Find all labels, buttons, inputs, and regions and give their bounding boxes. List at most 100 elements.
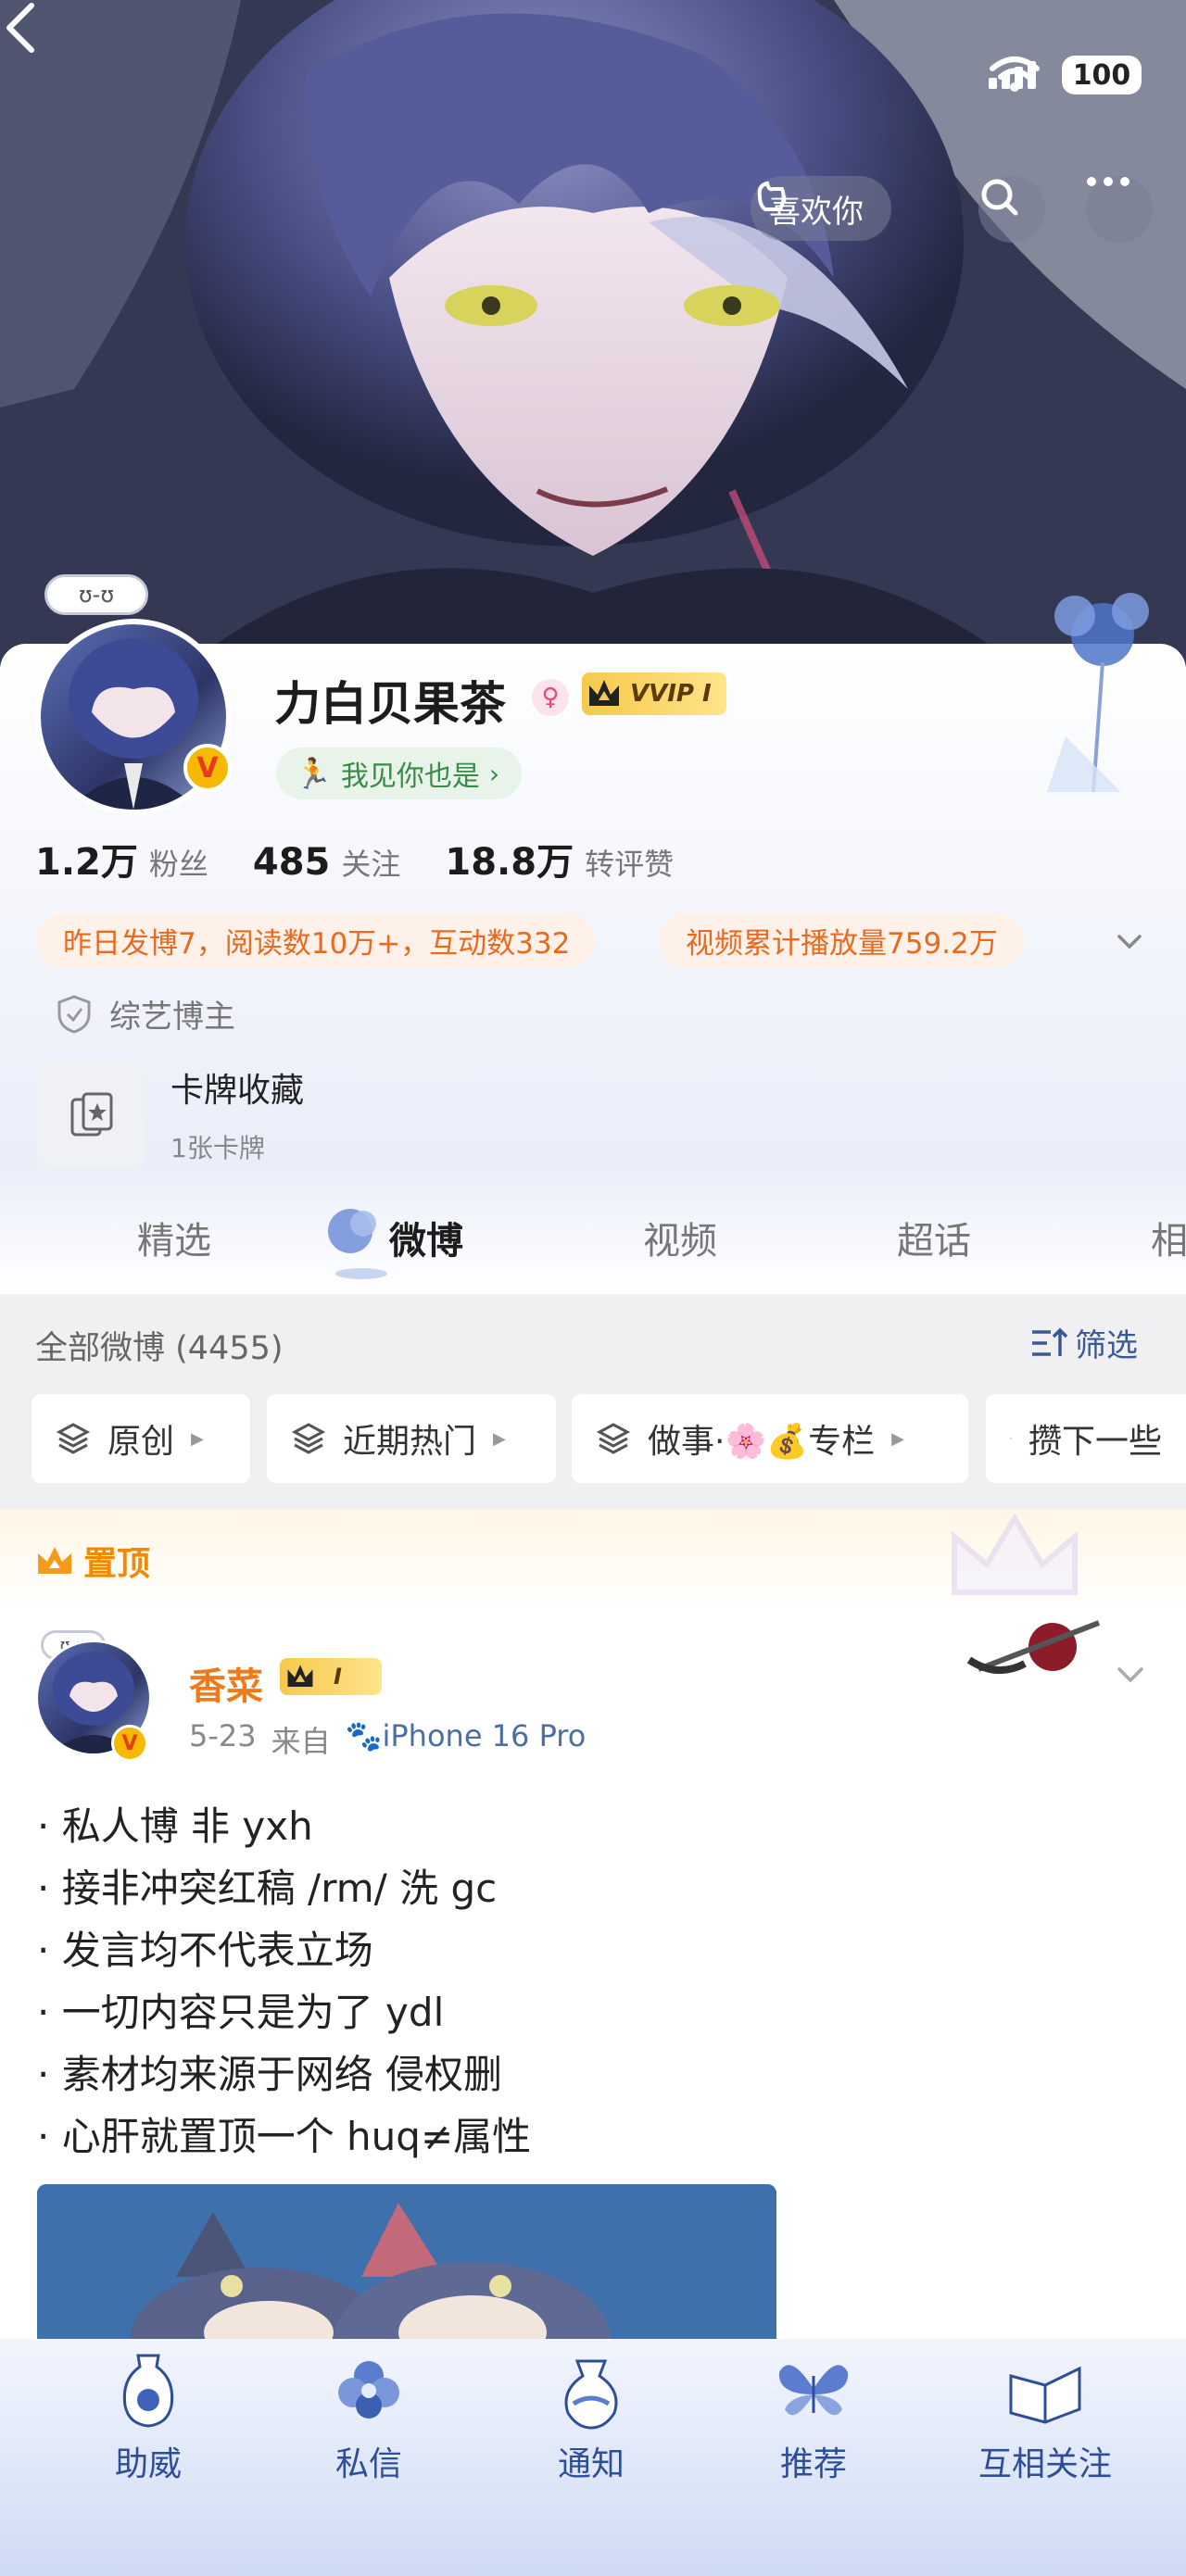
post-menu-chevron-icon[interactable] [1114, 1658, 1147, 1691]
tab-supertopic[interactable]: 超话 [897, 1211, 971, 1264]
filter-icon [1032, 1327, 1067, 1356]
tab-album[interactable]: 相 [1151, 1211, 1186, 1264]
status-bar: 100 [989, 56, 1142, 94]
vvip-label: VVIP I [630, 680, 712, 708]
followers-label[interactable]: 粉丝 [149, 841, 208, 884]
post-verified-badge: V [111, 1725, 148, 1762]
followers-count[interactable]: 1.2万 [35, 832, 138, 886]
layers-icon [1010, 1438, 1012, 1439]
post-line: · 私人博 非 yxh [37, 1803, 313, 1849]
search-button[interactable] [978, 176, 1045, 243]
tab-featured[interactable]: 精选 [137, 1211, 211, 1264]
crown-watermark-icon [952, 1513, 1078, 1595]
profile-username: 力白贝果茶 [274, 677, 506, 731]
card-collection-entry[interactable]: 卡牌收藏 1张卡牌 [37, 1061, 304, 1168]
flower-icon [338, 2361, 399, 2419]
following-label[interactable]: 关注 [341, 841, 400, 884]
chip-original-label: 原创 [107, 1423, 175, 1461]
layers-icon [596, 1423, 631, 1454]
profile-tag-label: 我见你也是 [340, 760, 480, 793]
post-from: 来自 [271, 1724, 331, 1759]
crown-icon [589, 680, 619, 706]
chip-arrow-icon: ▶ [493, 1428, 506, 1449]
post-line: · 一切内容只是为了 ydl [37, 1990, 445, 2035]
post-image-cats [37, 2184, 776, 2342]
butterfly-icon [778, 2365, 849, 2416]
chip-recent-hot-label: 近期热门 [343, 1423, 477, 1461]
back-arrow-icon[interactable] [0, 0, 41, 56]
tab-weibo[interactable]: 微博 [389, 1211, 463, 1264]
all-weibo-count: 全部微博 (4455) [35, 1330, 284, 1367]
search-icon [981, 179, 1018, 216]
card-star-icon [70, 1092, 113, 1137]
more-button[interactable] [1086, 176, 1153, 243]
gender-female-icon: ♀ [532, 679, 569, 716]
flower-ornament-icon [1047, 593, 1149, 793]
card-collection-title: 卡牌收藏 [170, 1072, 305, 1110]
pinned-bar: 置顶 [0, 1509, 1186, 1609]
chevron-right-icon: › [488, 758, 500, 789]
post-body[interactable]: · 私人博 非 yxh · 接非冲突红稿 /rm/ 洗 gc · 发言均不代表立… [37, 1795, 531, 2168]
chevron-down-icon[interactable] [1114, 926, 1145, 958]
bottom-notify-label: 通知 [557, 2445, 625, 2483]
chip-column-label: 做事·🌸💰专栏 [648, 1423, 876, 1461]
bottom-action-bar: 助威 私信 通知 推荐 互相关注 [0, 2339, 1186, 2576]
post-meta: 5-23 来自 🐾iPhone 16 Pro [189, 1718, 586, 1761]
post-line: · 心肝就置顶一个 huq≠属性 [37, 2114, 532, 2159]
filter-label: 筛选 [1075, 1327, 1138, 1364]
profile-tag-pill[interactable]: 🏃 我见你也是 › [276, 748, 523, 799]
bottom-message-button[interactable]: 私信 [276, 2348, 461, 2485]
chip-column[interactable]: 做事·🌸💰专栏 ▶ [572, 1394, 968, 1483]
chip-arrow-icon: ▶ [191, 1428, 204, 1449]
chip-save[interactable]: 攒下一些 [986, 1394, 1186, 1483]
chip-original[interactable]: 原创 ▶ [32, 1394, 250, 1483]
profile-tabs: 精选 微博 视频 超话 相 [0, 1200, 1186, 1292]
engagement-label[interactable]: 转评赞 [585, 841, 674, 884]
post-author-name[interactable]: 香菜 [189, 1656, 263, 1710]
bottom-cheer-button[interactable]: 助威 [56, 2348, 241, 2485]
like-hand-icon [757, 181, 786, 211]
following-count[interactable]: 485 [253, 841, 331, 884]
open-book-icon [1009, 2366, 1081, 2424]
more-dots-icon [1087, 177, 1129, 186]
layers-icon [291, 1423, 326, 1454]
vvip-badge[interactable]: VVIP I [582, 672, 726, 715]
post-vip-level: I [334, 1664, 342, 1690]
crown-icon [38, 1547, 71, 1574]
tab-video[interactable]: 视频 [643, 1211, 717, 1264]
engagement-count[interactable]: 18.8万 [445, 832, 574, 886]
battery-indicator: 100 [1062, 56, 1142, 94]
crown-icon [287, 1665, 313, 1687]
pinned-label: 置顶 [83, 1545, 151, 1583]
chip-save-label: 攒下一些 [1028, 1423, 1162, 1461]
highlight-pill-daily[interactable]: 昨日发博7，阅读数10万+，互动数332 [37, 912, 597, 968]
bottom-notify-button[interactable]: 通知 [498, 2348, 684, 2485]
role-row: 综艺博主 [56, 991, 235, 1037]
filter-button[interactable]: 筛选 [1030, 1320, 1138, 1365]
heart-dagger-decoration-icon [966, 1620, 1101, 1675]
pinned-label-row: 置顶 [35, 1537, 150, 1585]
paw-icon: 🐾 [345, 1718, 383, 1753]
post-device-label: iPhone 16 Pro [382, 1718, 587, 1753]
post-date: 5-23 [189, 1718, 257, 1753]
role-label: 综艺博主 [109, 999, 235, 1036]
post-device[interactable]: 🐾iPhone 16 Pro [346, 1718, 587, 1761]
post-image[interactable] [37, 2184, 776, 2342]
highlight-pill-video[interactable]: 视频累计播放量759.2万 [660, 912, 1024, 968]
post-vip-badge: I [280, 1658, 382, 1695]
bottom-recommend-button[interactable]: 推荐 [721, 2348, 906, 2485]
vase-icon [122, 2354, 174, 2428]
bottom-mutual-follow-label: 互相关注 [978, 2445, 1112, 2483]
weibo-filter-area: 全部微博 (4455) 筛选 原创 ▶ 近期热门 ▶ 做事·🌸💰专栏 ▶ 攒下一… [0, 1294, 1186, 1509]
avatar-mood-badge: ʊ-ʊ [44, 574, 148, 615]
chip-arrow-icon: ▶ [891, 1428, 904, 1449]
card-collection-count: 1张卡牌 [170, 1133, 265, 1163]
post-line: · 素材均来源于网络 侵权删 [37, 2052, 503, 2097]
shield-icon [57, 994, 91, 1034]
pouch-icon [564, 2359, 618, 2430]
bottom-message-label: 私信 [334, 2445, 402, 2483]
like-you-button[interactable]: 喜欢你 [751, 176, 891, 241]
chip-recent-hot[interactable]: 近期热门 ▶ [267, 1394, 556, 1483]
bottom-mutual-follow-button[interactable]: 互相关注 [943, 2348, 1147, 2485]
post-line: · 接非冲突红稿 /rm/ 洗 gc [37, 1866, 498, 1911]
